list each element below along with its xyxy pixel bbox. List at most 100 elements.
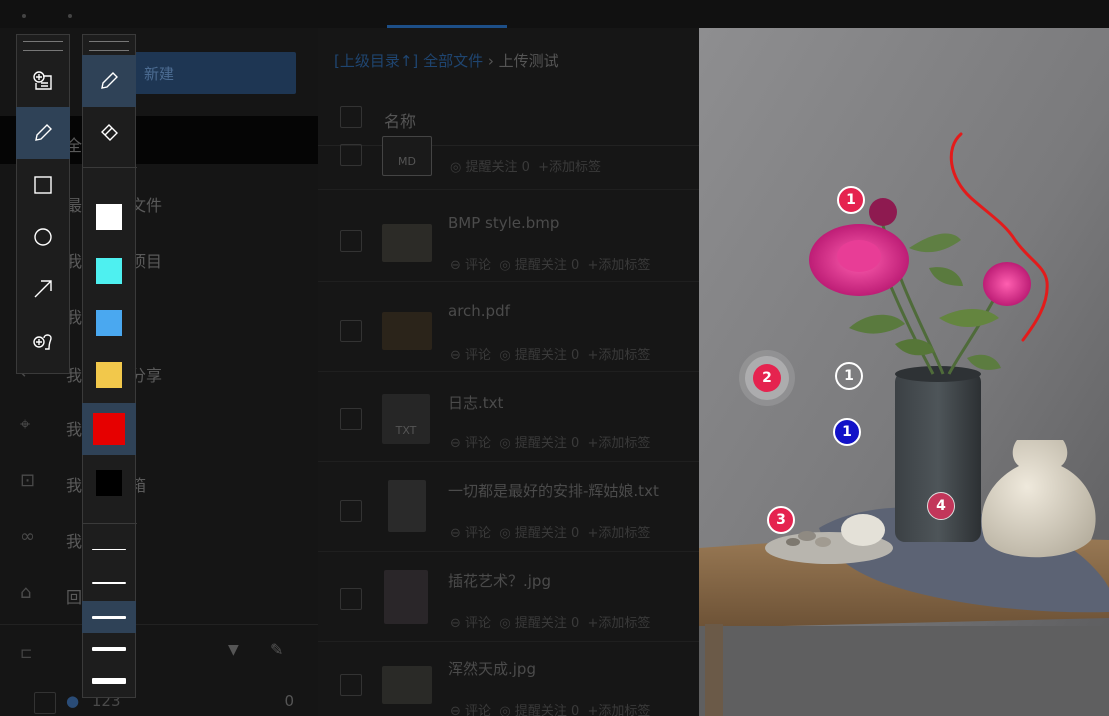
comment-link[interactable]: 评论 (465, 348, 491, 363)
pencil-icon (35, 124, 52, 141)
table-row[interactable]: 插花艺术？.jpg ⊖ 评论 ◎ 提醒关注 0 +添加标签 (318, 552, 699, 642)
annotation-marker[interactable]: 1 (837, 186, 865, 214)
add-tag-link[interactable]: +添加标签 (587, 348, 650, 363)
annotation-marker[interactable]: 4 (927, 492, 955, 520)
ellipse-tool-button[interactable] (16, 211, 70, 263)
column-name-header[interactable]: 名称 (384, 108, 416, 132)
color-swatch-red[interactable] (82, 403, 136, 455)
follow-count[interactable]: 提醒关注 0 (515, 704, 579, 716)
add-tag-link[interactable]: +添加标签 (587, 258, 650, 273)
line-width-sample (92, 548, 126, 550)
wrench-icon[interactable]: ✎ (270, 640, 283, 659)
color-swatch-white[interactable] (82, 191, 136, 243)
row-meta: ⊖ 评论 ◎ 提醒关注 0 +添加标签 (450, 344, 650, 363)
pencil-icon (101, 72, 118, 89)
draw-options-toolbar (82, 34, 137, 698)
breadcrumb-separator: › (487, 52, 494, 70)
annotation-marker[interactable]: 3 (767, 506, 795, 534)
filter-icon[interactable]: ▼ (228, 642, 239, 658)
row-meta: ⊖ 评论 ◎ 提醒关注 0 +添加标签 (450, 612, 650, 631)
table-row[interactable]: TXT 日志.txt ⊖ 评论 ◎ 提醒关注 0 +添加标签 (318, 372, 699, 462)
follow-count[interactable]: 提醒关注 0 (515, 258, 579, 273)
txt-file-icon: TXT (382, 394, 430, 444)
pen-button[interactable] (82, 55, 136, 107)
row-meta: ⊖ 评论 ◎ 提醒关注 0 +添加标签 (450, 254, 650, 273)
file-name[interactable]: 日志.txt (448, 392, 503, 413)
comment-link[interactable]: 评论 (465, 526, 491, 541)
toolbar-separator (83, 523, 137, 524)
comment-link[interactable]: 评论 (465, 704, 491, 716)
table-row[interactable]: MD ◎ 提醒关注 0 +添加标签 (318, 136, 699, 190)
file-name[interactable]: 一切都是最好的安排-辉姑娘.txt (448, 480, 659, 501)
tag-dot-icon: ● (66, 692, 80, 710)
file-name[interactable]: BMP style.bmp (448, 214, 559, 232)
image-annotation-canvas[interactable]: 1 2 1 1 3 4 (699, 28, 1109, 716)
line-width-5[interactable] (82, 665, 136, 697)
follow-count[interactable]: 提醒关注 0 (515, 616, 579, 631)
add-tag-link[interactable]: +添加标签 (587, 436, 650, 451)
line-width-4[interactable] (82, 633, 136, 665)
arrow-tool-button[interactable] (16, 263, 70, 315)
line-width-2[interactable] (82, 567, 136, 599)
file-thumbnail (388, 480, 426, 532)
row-checkbox[interactable] (340, 408, 362, 430)
color-swatch-black[interactable] (82, 457, 136, 509)
breadcrumb-all-files[interactable]: 全部文件 (423, 52, 483, 70)
text-add-icon (33, 71, 52, 90)
add-tag-link[interactable]: +添加标签 (587, 526, 650, 541)
follow-count[interactable]: 提醒关注 0 (515, 526, 579, 541)
toolbar-drag-handle[interactable] (89, 41, 129, 51)
add-tag-link[interactable]: +添加标签 (538, 160, 601, 175)
breadcrumb-up-link[interactable]: [上级目录↑] (334, 52, 418, 70)
comment-link[interactable]: 评论 (465, 616, 491, 631)
md-file-icon: MD (382, 136, 432, 176)
row-checkbox[interactable] (340, 500, 362, 522)
row-checkbox[interactable] (340, 588, 362, 610)
comment-link[interactable]: 评论 (465, 258, 491, 273)
add-tag-link[interactable]: +添加标签 (587, 704, 650, 716)
eraser-button[interactable] (82, 107, 136, 159)
color-black (96, 470, 122, 496)
table-row[interactable]: 一切都是最好的安排-辉姑娘.txt ⊖ 评论 ◎ 提醒关注 0 +添加标签 (318, 462, 699, 552)
color-swatch-blue[interactable] (82, 297, 136, 349)
inbox-icon: ⊡ (20, 470, 36, 491)
rectangle-tool-button[interactable] (16, 159, 70, 211)
marker-add-button[interactable] (16, 315, 70, 367)
table-row[interactable]: 浑然天成.jpg ⊖ 评论 ◎ 提醒关注 0 +添加标签 (318, 642, 699, 716)
comment-icon: ⊖ (450, 616, 461, 631)
comment-link[interactable]: 评论 (465, 436, 491, 451)
select-all-checkbox[interactable] (340, 106, 362, 128)
comment-icon: ⊖ (450, 258, 461, 273)
follow-count[interactable]: 提醒关注 0 (515, 436, 579, 451)
color-swatch-yellow[interactable] (82, 349, 136, 401)
window-dot (22, 14, 26, 18)
table-row[interactable]: BMP style.bmp ⊖ 评论 ◎ 提醒关注 0 +添加标签 (318, 190, 699, 282)
trash-icon: ⌂ (20, 582, 32, 603)
line-width-3[interactable] (82, 601, 136, 633)
file-name[interactable]: 浑然天成.jpg (448, 658, 536, 679)
text-add-button[interactable] (16, 55, 70, 107)
follow-count[interactable]: 提醒关注 0 (515, 348, 579, 363)
bell-icon: ◎ (499, 704, 511, 716)
line-width-1[interactable] (82, 533, 136, 565)
table-row[interactable]: arch.pdf ⊖ 评论 ◎ 提醒关注 0 +添加标签 (318, 282, 699, 372)
row-checkbox[interactable] (340, 230, 362, 252)
toolbar-drag-handle[interactable] (23, 41, 63, 51)
eraser-icon (101, 124, 118, 141)
pencil-tool-button[interactable] (16, 107, 70, 159)
color-swatch-cyan[interactable] (82, 245, 136, 297)
row-checkbox[interactable] (340, 144, 362, 166)
row-checkbox[interactable] (340, 674, 362, 696)
bell-icon: ◎ (499, 436, 511, 451)
row-checkbox[interactable] (340, 320, 362, 342)
color-yellow (96, 362, 122, 388)
annotation-marker[interactable]: 2 (753, 364, 781, 392)
annotation-marker[interactable]: 1 (833, 418, 861, 446)
tag-checkbox[interactable] (34, 692, 56, 714)
annotation-marker[interactable]: 1 (835, 362, 863, 390)
add-tag-link[interactable]: +添加标签 (587, 616, 650, 631)
bell-icon: ◎ (499, 526, 511, 541)
file-name[interactable]: 插花艺术？.jpg (448, 570, 551, 591)
file-name[interactable]: arch.pdf (448, 302, 510, 320)
follow-count[interactable]: 提醒关注 0 (465, 160, 529, 175)
